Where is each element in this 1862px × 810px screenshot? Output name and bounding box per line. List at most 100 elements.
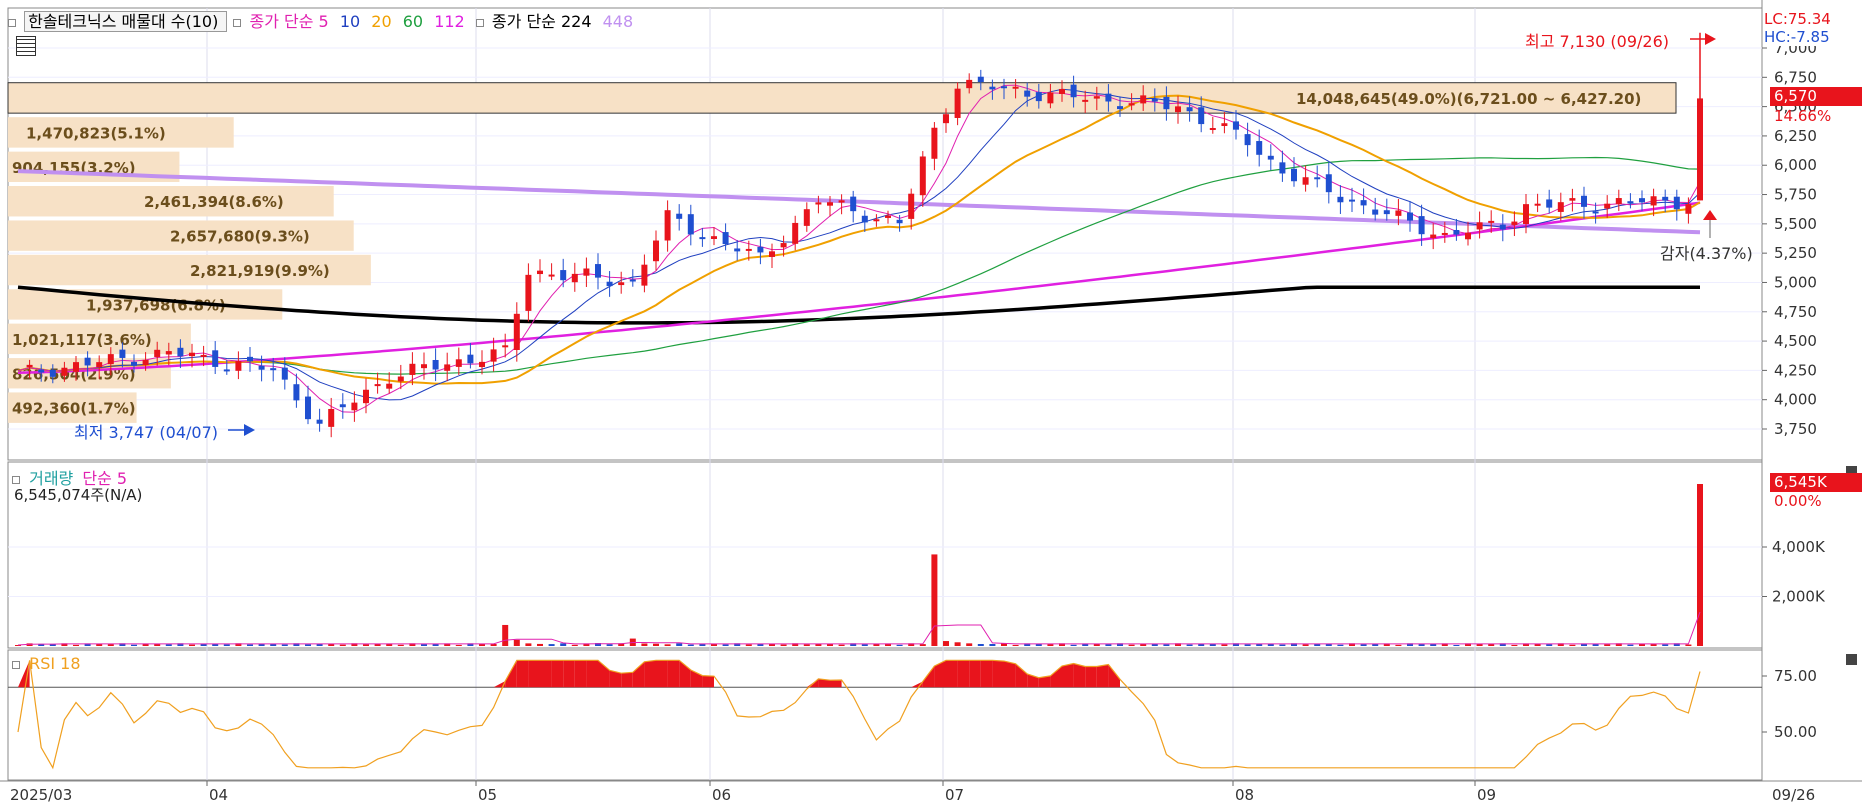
candle-body (490, 349, 497, 362)
volume-bar (954, 642, 961, 646)
candle-body (792, 222, 799, 244)
x-axis-label: 05 (478, 786, 497, 804)
volume-bar (676, 643, 683, 646)
candle-body (734, 248, 741, 252)
candle-body (1349, 199, 1355, 202)
candle-body (1488, 220, 1495, 223)
candle-body (1151, 98, 1158, 102)
rsi-overbought-area (969, 660, 981, 688)
volume-bar (339, 644, 346, 646)
candle-body (954, 88, 961, 118)
candle-body (165, 351, 172, 355)
x-axis-label: 06 (712, 786, 731, 804)
rsi-overbought-area (957, 660, 970, 688)
x-axis-label: 09/26 (1772, 786, 1815, 804)
volume-bar (397, 644, 404, 646)
ma-prefix: 종가 단순 5 (249, 12, 329, 31)
last-price-badge: 6,570 (1770, 87, 1862, 106)
candle-body (850, 196, 857, 212)
volume-bar (548, 644, 555, 646)
volume-bar (363, 644, 369, 646)
volume-bar (989, 644, 996, 646)
table-view-icon[interactable] (16, 36, 36, 56)
volume-bar (1546, 644, 1553, 646)
price-tick-label: 4,000 (1774, 391, 1817, 409)
candle-body (1221, 123, 1228, 127)
candle-body (421, 364, 427, 369)
candle-body (189, 352, 195, 357)
volume-bar (653, 643, 659, 646)
candle-body (1453, 230, 1460, 235)
rsi-title: RSI 18 (29, 654, 81, 673)
candle-body (885, 215, 891, 218)
candle-body (363, 389, 369, 404)
rsi-panel (7, 649, 1763, 781)
candle-body (1360, 200, 1367, 206)
rsi-overbought-area (540, 660, 552, 688)
candle-body (223, 369, 230, 372)
rsi-overbought-area (1096, 664, 1109, 688)
volume-bar (1128, 644, 1135, 646)
volume-bar (525, 643, 532, 646)
candle-body (1186, 107, 1193, 112)
volume-bar (1662, 644, 1669, 646)
candle-body (1082, 99, 1089, 102)
candle-body (769, 251, 775, 257)
volume-profile-label: 1,470,823(5.1%) (26, 124, 166, 142)
candle-body (1557, 202, 1564, 212)
low-annotation: 최저 3,747 (04/07) (74, 423, 219, 442)
price-tick-label: 5,000 (1774, 273, 1817, 291)
volume-bar (1569, 644, 1576, 646)
candle-body (1035, 92, 1042, 102)
panel-marker-icon[interactable] (12, 475, 20, 484)
candle-body (803, 209, 810, 226)
candle-body (977, 76, 984, 82)
candle-body (1441, 232, 1448, 235)
volume-bar (1221, 644, 1228, 646)
panel-marker-icon[interactable] (12, 660, 20, 669)
candle-body (1128, 103, 1135, 106)
volume-bar (73, 644, 79, 646)
candle-body (525, 274, 532, 311)
candle-body (1070, 84, 1077, 98)
volume-bar (107, 644, 114, 646)
candle-body (397, 376, 404, 382)
price-tick-label: 5,250 (1774, 244, 1817, 262)
panel-marker-icon[interactable] (8, 18, 16, 27)
price-tick-label: 4,750 (1774, 303, 1817, 321)
candle-body (908, 193, 915, 219)
ma10-label: 10 (339, 12, 361, 31)
candle-body (699, 237, 706, 240)
candle-body (1256, 141, 1263, 155)
candle-body (687, 214, 694, 235)
ma112-label: 112 (434, 12, 465, 31)
volume-bar (281, 644, 288, 646)
stock-name-box[interactable]: 한솔테크닉스 매물대 수(10) (24, 11, 228, 32)
candle-body (1372, 209, 1379, 215)
candle-body (73, 362, 79, 372)
candle-body (374, 384, 381, 387)
volume-bar (1244, 644, 1251, 646)
stock-chart: 2025/03 04 05 06 07 08 09 09/267,0006,7506,5006… (0, 0, 1862, 810)
volume-bar (421, 644, 427, 646)
volume-bar (896, 644, 903, 646)
candle-body (861, 215, 868, 223)
volume-bar (455, 644, 462, 646)
hc-label: HC:-7.85 (1764, 28, 1830, 46)
volume-profile-label: 14,048,645(49.0%)(6,721.00 ~ 6,427.20) (1296, 90, 1641, 108)
volume-profile-label: 1,021,117(3.6%) (12, 331, 152, 349)
volume-last-change: 0.00% (1774, 492, 1822, 510)
candle-body (1140, 95, 1147, 104)
candle-body (595, 264, 601, 278)
candle-body (432, 359, 439, 370)
candle-body (1650, 196, 1657, 206)
candle-body (131, 361, 137, 366)
candle-body (212, 350, 219, 367)
volume-bar (966, 643, 973, 646)
candle-body (1291, 168, 1297, 182)
candle-body (328, 408, 335, 427)
candle-body (1395, 210, 1402, 216)
lc-label: LC:75.34 (1764, 10, 1831, 28)
candle-body (1604, 203, 1611, 209)
candle-body (1546, 199, 1553, 208)
